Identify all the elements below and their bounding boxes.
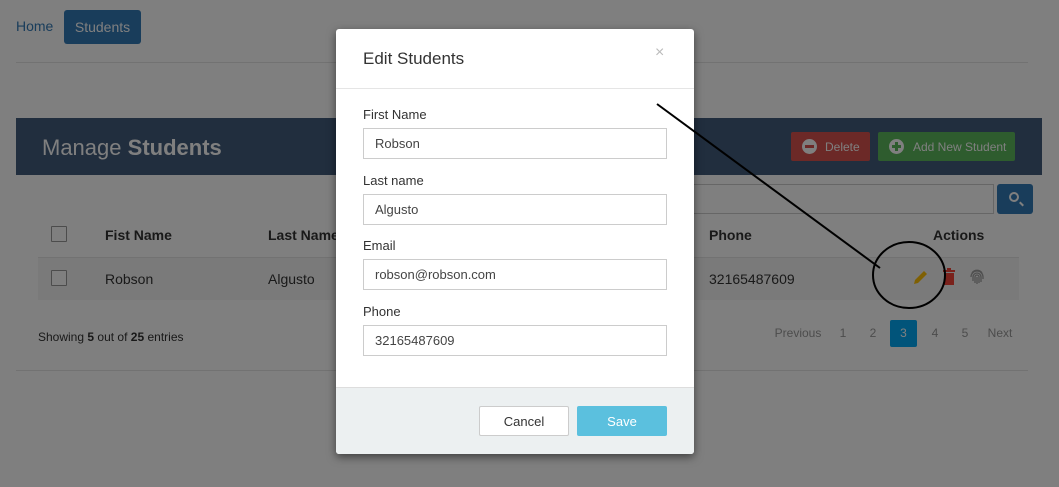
last-name-field[interactable] (363, 194, 667, 225)
phone-label: Phone (363, 304, 401, 319)
close-icon[interactable]: × (655, 44, 664, 62)
phone-field[interactable] (363, 325, 667, 356)
edit-students-modal: Edit Students × First Name Last name Ema… (336, 29, 694, 454)
page: Home Students Manage Students Delete Add… (0, 0, 1059, 487)
modal-title: Edit Students (363, 49, 465, 68)
email-field[interactable] (363, 259, 667, 290)
first-name-label: First Name (363, 107, 427, 122)
first-name-field[interactable] (363, 128, 667, 159)
email-label: Email (363, 238, 396, 253)
last-name-label: Last name (363, 173, 424, 188)
modal-footer: Cancel Save (336, 387, 694, 454)
modal-header-divider (336, 88, 694, 89)
save-button[interactable]: Save (577, 406, 667, 436)
cancel-button[interactable]: Cancel (479, 406, 569, 436)
